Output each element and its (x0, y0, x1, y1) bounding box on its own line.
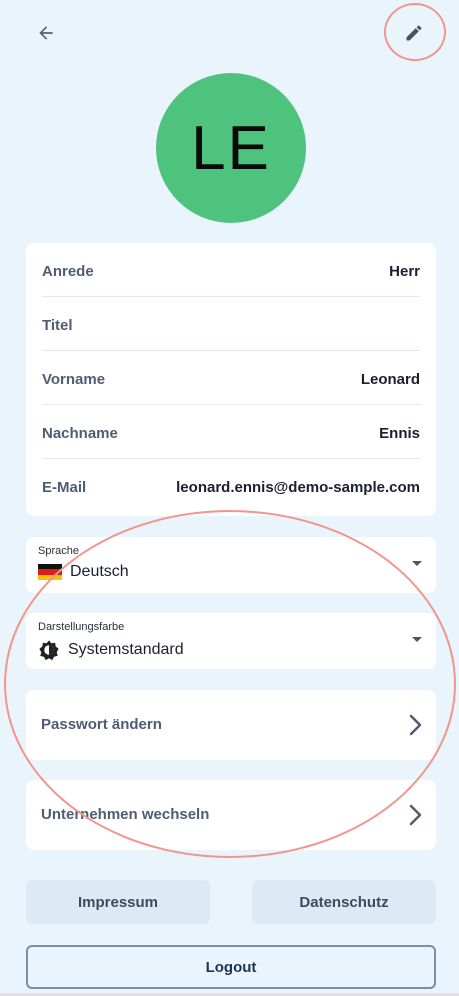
arrow-left-icon (39, 26, 53, 40)
profile-card: Anrede Herr Titel Vorname Leonard Nachna… (26, 243, 436, 516)
brightness-icon (39, 640, 59, 661)
email-label: E-Mail (42, 478, 87, 496)
salutation-label: Anrede (42, 262, 94, 280)
profile-row-salutation: Anrede Herr (42, 244, 420, 298)
language-value-row: Deutsch (38, 563, 129, 581)
appearance-value-row: Systemstandard (38, 639, 184, 661)
profile-row-email: E-Mail leonard.ennis@demo-sample.com (42, 460, 420, 514)
profile-row-lastname: Nachname Ennis (42, 406, 420, 460)
firstname-label: Vorname (42, 370, 106, 388)
logout-button[interactable]: Logout (26, 945, 436, 989)
appearance-value: Systemstandard (68, 641, 184, 658)
language-value: Deutsch (70, 563, 129, 580)
divider (42, 296, 420, 297)
imprint-button[interactable]: Impressum (26, 880, 210, 924)
email-value: leonard.ennis@demo-sample.com (176, 478, 420, 496)
german-flag-icon (38, 564, 62, 580)
change-password-button[interactable]: Passwort ändern (26, 690, 436, 760)
profile-row-firstname: Vorname Leonard (42, 352, 420, 406)
language-label: Sprache (38, 545, 79, 557)
language-select[interactable]: Sprache Deutsch (26, 537, 436, 593)
change-password-label: Passwort ändern (41, 716, 162, 733)
salutation-value: Herr (389, 262, 420, 280)
caret-down-icon (412, 561, 422, 566)
top-bar (0, 0, 459, 70)
divider (42, 350, 420, 351)
profile-row-title: Titel (42, 298, 420, 352)
divider (42, 404, 420, 405)
appearance-label: Darstellungsfarbe (38, 621, 125, 633)
edit-button[interactable] (396, 18, 432, 48)
switch-company-button[interactable]: Unternehmen wechseln (26, 780, 436, 850)
lastname-label: Nachname (42, 424, 118, 442)
firstname-value: Leonard (360, 370, 420, 388)
avatar: LE (156, 73, 306, 223)
privacy-button[interactable]: Datenschutz (252, 880, 436, 924)
divider (42, 458, 420, 459)
title-label: Titel (42, 316, 73, 334)
appearance-select[interactable]: Darstellungsfarbe Systemstandard (26, 613, 436, 669)
pencil-icon (406, 25, 422, 41)
chevron-right-icon (409, 714, 422, 736)
back-button[interactable] (30, 18, 62, 48)
chevron-right-icon (409, 804, 422, 826)
switch-company-label: Unternehmen wechseln (41, 806, 210, 823)
caret-down-icon (412, 637, 422, 642)
lastname-value: Ennis (379, 424, 420, 442)
